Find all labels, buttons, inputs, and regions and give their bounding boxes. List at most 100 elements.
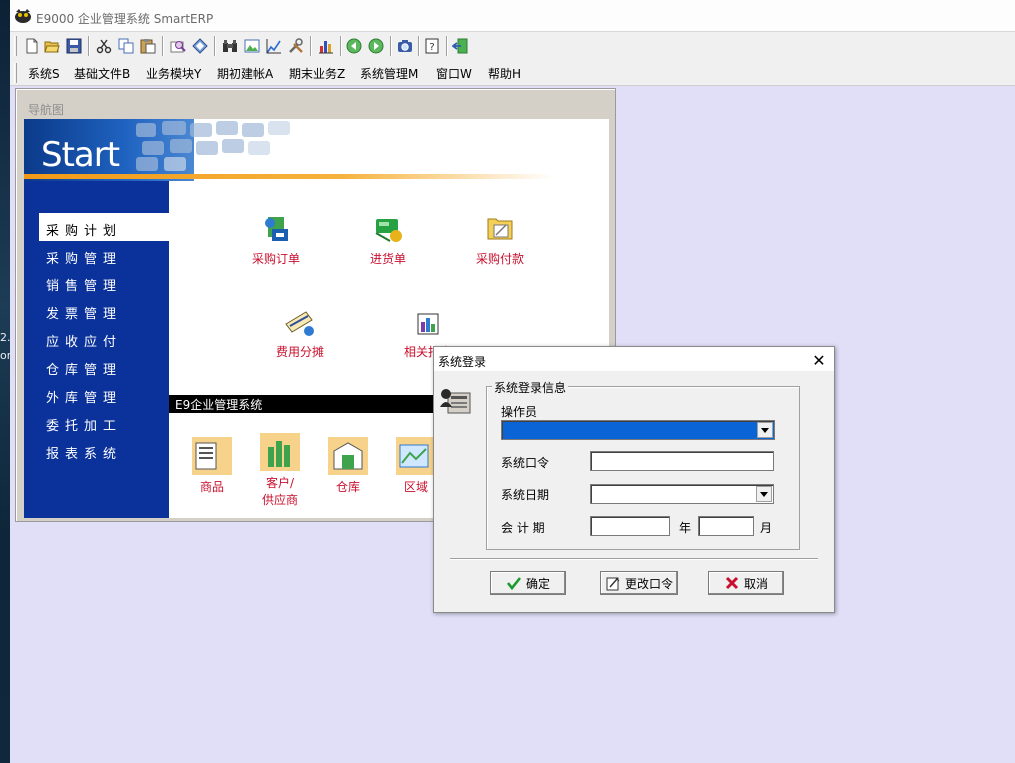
change-password-button[interactable]: 更改口令 [600, 571, 678, 595]
exit-icon[interactable] [450, 36, 470, 56]
system-date-label: 系统日期 [501, 488, 550, 502]
binoculars-icon[interactable] [220, 36, 240, 56]
banner-decoration [170, 139, 192, 153]
password-input[interactable] [590, 451, 774, 471]
module-expense-allocation[interactable]: 费用分摊 [268, 304, 332, 360]
cut-icon[interactable] [94, 36, 114, 56]
customer-icon [260, 433, 300, 471]
tools-icon[interactable] [286, 36, 306, 56]
menu-business-modules[interactable]: 业务模块Y [146, 65, 201, 82]
toolbar-grip[interactable] [14, 36, 17, 56]
start-text: Start [41, 135, 120, 175]
base-warehouse[interactable]: 仓库 [326, 437, 370, 495]
forward-icon[interactable] [366, 36, 386, 56]
diamond-icon[interactable] [190, 36, 210, 56]
toolbar-separator [340, 36, 342, 56]
toolbar-separator [446, 36, 448, 56]
side-item-warehouse-management[interactable]: 仓库管理 [46, 359, 122, 378]
help-icon[interactable]: ? [422, 36, 442, 56]
close-icon[interactable]: ✕ [810, 351, 828, 370]
menu-bar: 系统S 基础文件B 业务模块Y 期初建帐A 期末业务Z 系统管理M 窗口W 帮助… [10, 60, 1015, 86]
side-item-outsourced-processing[interactable]: 委托加工 [46, 415, 122, 434]
side-item-report-system[interactable]: 报表系统 [46, 443, 122, 462]
toolbar-separator [88, 36, 90, 56]
module-receipt[interactable]: 进货单 [356, 211, 420, 267]
banner-decoration [242, 123, 264, 137]
search-doc-icon[interactable] [168, 36, 188, 56]
period-month-input[interactable] [698, 516, 754, 536]
side-item-external-warehouse[interactable]: 外库管理 [46, 387, 122, 406]
check-icon [506, 577, 521, 591]
back-icon[interactable] [344, 36, 364, 56]
base-label: 区域 [403, 480, 428, 494]
banner-decoration [216, 121, 238, 135]
paste-icon[interactable] [138, 36, 158, 56]
toolbar-separator [310, 36, 312, 56]
toolbar-separator [162, 36, 164, 56]
chevron-down-icon[interactable] [756, 486, 772, 502]
base-goods[interactable]: 商品 [190, 437, 234, 495]
banner-decoration [268, 121, 290, 135]
side-item-receivables-payables[interactable]: 应收应付 [46, 331, 122, 350]
open-folder-icon[interactable] [42, 36, 62, 56]
navigation-title: 导航图 [28, 103, 65, 117]
app-logo-icon [15, 9, 31, 23]
module-label: 费用分摊 [275, 345, 324, 359]
base-customer-supplier[interactable]: 客户/ 供应商 [258, 433, 302, 508]
menu-system[interactable]: 系统S [28, 65, 60, 82]
ok-button-label: 确定 [525, 576, 550, 591]
menu-help[interactable]: 帮助H [488, 65, 521, 82]
dialog-title: 系统登录 [438, 355, 487, 369]
menu-window[interactable]: 窗口W [436, 65, 472, 82]
base-region[interactable]: 区域 [394, 437, 438, 495]
side-item-purchase-plan[interactable]: 采购计划 [46, 220, 122, 239]
module-label: 进货单 [369, 252, 406, 266]
toolbar-separator [390, 36, 392, 56]
operator-combo[interactable] [501, 420, 775, 440]
image-icon[interactable] [242, 36, 262, 56]
menu-grip[interactable] [14, 63, 17, 83]
menu-basic-files[interactable]: 基础文件B [74, 65, 130, 82]
new-file-icon[interactable] [22, 36, 42, 56]
module-purchase-payment[interactable]: 采购付款 [468, 211, 532, 267]
toolbar: ? [10, 32, 1015, 60]
window-title: E9000 企业管理系统 SmartERP [36, 12, 214, 26]
period-year-input[interactable] [590, 516, 670, 536]
cancel-button-label: 取消 [743, 576, 768, 591]
year-label: 年 [679, 521, 692, 535]
expense-icon [285, 311, 314, 336]
side-item-purchase-management[interactable]: 采购管理 [46, 248, 122, 267]
menu-period-end[interactable]: 期末业务Z [289, 65, 345, 82]
payment-icon [487, 218, 513, 240]
purchase-order-icon [265, 217, 288, 241]
bar-chart-icon[interactable] [316, 36, 336, 56]
menu-opening-accounts[interactable]: 期初建帐A [217, 65, 273, 82]
copy-icon[interactable] [116, 36, 136, 56]
base-label: 商品 [199, 480, 224, 494]
svg-text:?: ? [429, 42, 434, 53]
ok-button[interactable]: 确定 [490, 571, 566, 595]
system-date-combo[interactable] [590, 484, 774, 504]
chart-edit-icon[interactable] [264, 36, 284, 56]
toolbar-separator [214, 36, 216, 56]
cross-icon [725, 576, 739, 590]
banner-decoration [196, 141, 218, 155]
banner-decoration [142, 141, 164, 155]
start-banner: Start [24, 119, 609, 181]
side-item-invoice-management[interactable]: 发票管理 [46, 303, 122, 322]
module-purchase-order[interactable]: 采购订单 [244, 211, 308, 267]
dialog-title-bar [434, 347, 834, 371]
banner-decoration [248, 141, 270, 155]
banner-decoration [222, 139, 244, 153]
banner-decoration [162, 121, 186, 135]
change-password-label: 更改口令 [624, 576, 673, 591]
operator-label: 操作员 [501, 405, 538, 419]
camera-icon[interactable] [395, 36, 415, 56]
goods-icon [192, 437, 232, 475]
cancel-button[interactable]: 取消 [708, 571, 784, 595]
menu-system-management[interactable]: 系统管理M [360, 65, 418, 82]
side-item-sales-management[interactable]: 销售管理 [46, 275, 122, 294]
save-icon[interactable] [64, 36, 84, 56]
chevron-down-icon[interactable] [757, 422, 773, 438]
title-bar: E9000 企业管理系统 SmartERP [10, 0, 1015, 32]
